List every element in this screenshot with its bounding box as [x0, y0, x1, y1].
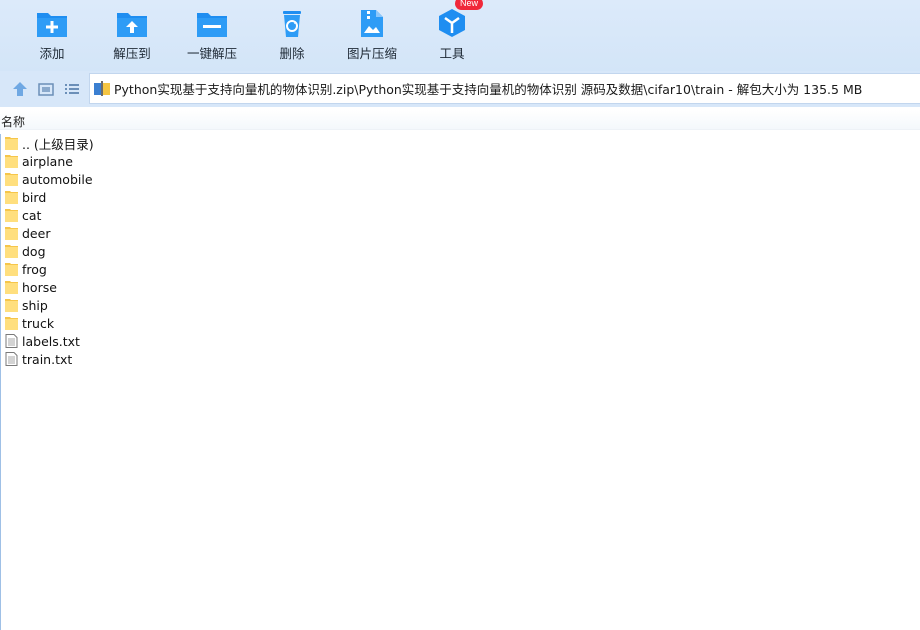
folder-icon: [5, 208, 18, 222]
toolbar: 添加 解压到 一键解压 删除 图片压缩 工具 New: [0, 0, 920, 71]
add-icon: [35, 7, 69, 39]
tools-button[interactable]: 工具: [412, 0, 492, 68]
folder-row[interactable]: airplane: [5, 152, 73, 170]
folder-icon: [5, 262, 18, 276]
folder-icon: [5, 316, 18, 330]
folder-icon: [5, 298, 18, 312]
folder-icon: [5, 244, 18, 258]
navigation-bar: Python实现基于支持向量机的物体识别.zip\Python实现基于支持向量机…: [0, 71, 920, 107]
folder-icon: [5, 154, 18, 168]
extract-to-icon: [115, 7, 149, 39]
folder-icon: [5, 190, 18, 204]
item-name: dog: [22, 243, 46, 259]
tools-cube-icon: [435, 7, 469, 39]
item-name: automobile: [22, 171, 93, 187]
item-name: ship: [22, 297, 48, 313]
item-name: deer: [22, 225, 51, 241]
add-label: 添加: [39, 46, 65, 61]
new-badge: New: [455, 0, 484, 10]
folder-row[interactable]: horse: [5, 278, 57, 296]
folder-row[interactable]: frog: [5, 260, 47, 278]
item-name: bird: [22, 189, 47, 205]
path-field[interactable]: Python实现基于支持向量机的物体识别.zip\Python实现基于支持向量机…: [89, 73, 920, 104]
folder-row[interactable]: ship: [5, 296, 48, 314]
tools-label: 工具: [439, 46, 465, 61]
path-text: Python实现基于支持向量机的物体识别.zip\Python实现基于支持向量机…: [114, 82, 863, 97]
text-file-icon: [5, 334, 18, 348]
thumbnail-view-icon[interactable]: [36, 79, 56, 99]
add-button[interactable]: 添加: [12, 0, 92, 68]
file-list: .. (上级目录) airplane automobile bird cat deer do…: [0, 134, 920, 630]
image-compress-button[interactable]: 图片压缩: [332, 0, 412, 68]
item-name: truck: [22, 315, 55, 331]
image-compress-icon: [355, 7, 389, 39]
one-click-extract-icon: [195, 7, 229, 39]
zip-archive-icon: [94, 81, 110, 96]
column-name-header[interactable]: 名称: [1, 113, 25, 130]
folder-icon: [5, 136, 18, 150]
folder-row[interactable]: bird: [5, 188, 46, 206]
item-name: labels.txt: [22, 333, 80, 349]
extract-to-label: 解压到: [113, 46, 151, 61]
column-header: 名称: [0, 110, 920, 130]
text-file-icon: [5, 352, 18, 366]
folder-row[interactable]: truck: [5, 314, 54, 332]
image-compress-label: 图片压缩: [346, 46, 397, 61]
folder-row[interactable]: dog: [5, 242, 46, 260]
item-name: .. (上级目录): [22, 136, 94, 152]
folder-row[interactable]: cat: [5, 206, 41, 224]
up-arrow-icon[interactable]: [10, 79, 30, 99]
recycle-icon: [275, 7, 309, 39]
list-view-icon[interactable]: [62, 79, 82, 99]
file-row[interactable]: train.txt: [5, 350, 72, 368]
folder-icon: [5, 226, 18, 240]
folder-row[interactable]: automobile: [5, 170, 93, 188]
item-name: train.txt: [22, 351, 73, 367]
folder-row[interactable]: deer: [5, 224, 50, 242]
item-name: airplane: [22, 153, 73, 169]
item-name: cat: [22, 207, 42, 223]
delete-button[interactable]: 删除: [252, 0, 332, 68]
file-row[interactable]: labels.txt: [5, 332, 80, 350]
item-name: horse: [22, 279, 57, 295]
one-click-extract-button[interactable]: 一键解压: [172, 0, 252, 68]
extract-to-button[interactable]: 解压到: [92, 0, 172, 68]
one-click-extract-label: 一键解压: [186, 46, 237, 61]
folder-icon: [5, 280, 18, 294]
folder-row[interactable]: .. (上级目录): [5, 134, 94, 152]
folder-icon: [5, 172, 18, 186]
item-name: frog: [22, 261, 47, 277]
delete-label: 删除: [279, 46, 305, 61]
